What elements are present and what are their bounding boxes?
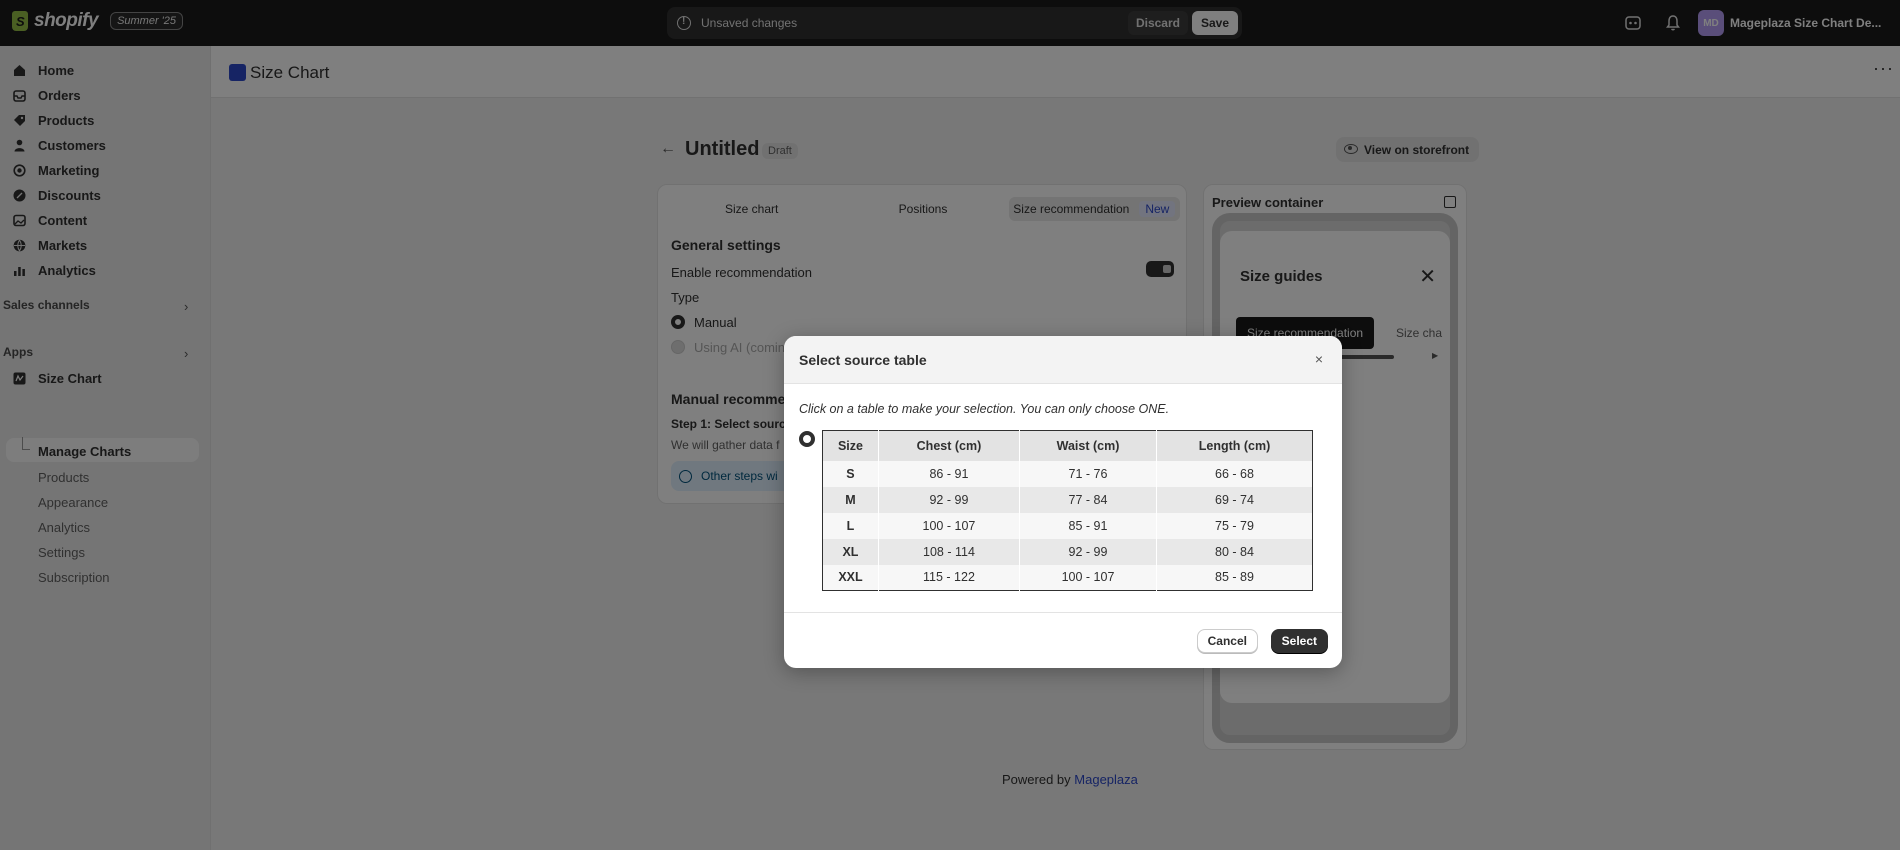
table-cell: 100 - 107 — [878, 512, 1020, 539]
table-select-radio[interactable] — [799, 431, 815, 447]
select-button[interactable]: Select — [1270, 629, 1328, 653]
source-size-table[interactable]: Size Chest (cm) Waist (cm) Length (cm) S… — [822, 430, 1313, 591]
table-cell: 66 - 68 — [1156, 460, 1313, 487]
table-cell: S — [822, 460, 879, 487]
table-cell: 80 - 84 — [1156, 538, 1313, 565]
table-cell: 108 - 114 — [878, 538, 1020, 565]
cancel-button[interactable]: Cancel — [1196, 629, 1258, 653]
table-header-length: Length (cm) — [1156, 430, 1313, 461]
modal-header: Select source table × — [784, 336, 1342, 384]
table-cell: 92 - 99 — [1019, 538, 1158, 565]
table-cell: XL — [822, 538, 879, 565]
table-cell: L — [822, 512, 879, 539]
table-header-waist: Waist (cm) — [1019, 430, 1158, 461]
modal-instruction: Click on a table to make your selection.… — [799, 402, 1170, 416]
close-icon[interactable]: × — [1315, 351, 1323, 367]
table-cell: 92 - 99 — [878, 486, 1020, 513]
table-cell: 77 - 84 — [1019, 486, 1158, 513]
table-row: XXL 115 - 122 100 - 107 85 - 89 — [822, 564, 1313, 591]
select-source-table-modal: Select source table × Click on a table t… — [784, 336, 1342, 668]
table-cell: 100 - 107 — [1019, 564, 1158, 591]
table-cell: 85 - 89 — [1156, 564, 1313, 591]
modal-title: Select source table — [799, 352, 927, 368]
table-header-chest: Chest (cm) — [878, 430, 1020, 461]
table-row: L 100 - 107 85 - 91 75 - 79 — [822, 512, 1313, 539]
modal-footer: Cancel Select — [784, 612, 1342, 668]
table-cell: 75 - 79 — [1156, 512, 1313, 539]
table-cell: 69 - 74 — [1156, 486, 1313, 513]
table-row: M 92 - 99 77 - 84 69 - 74 — [822, 486, 1313, 513]
table-cell: XXL — [822, 564, 879, 591]
table-cell: 71 - 76 — [1019, 460, 1158, 487]
table-cell: 115 - 122 — [878, 564, 1020, 591]
table-row: S 86 - 91 71 - 76 66 - 68 — [822, 460, 1313, 487]
table-row: XL 108 - 114 92 - 99 80 - 84 — [822, 538, 1313, 565]
table-cell: 86 - 91 — [878, 460, 1020, 487]
table-cell: M — [822, 486, 879, 513]
table-header-size: Size — [822, 430, 879, 461]
table-cell: 85 - 91 — [1019, 512, 1158, 539]
